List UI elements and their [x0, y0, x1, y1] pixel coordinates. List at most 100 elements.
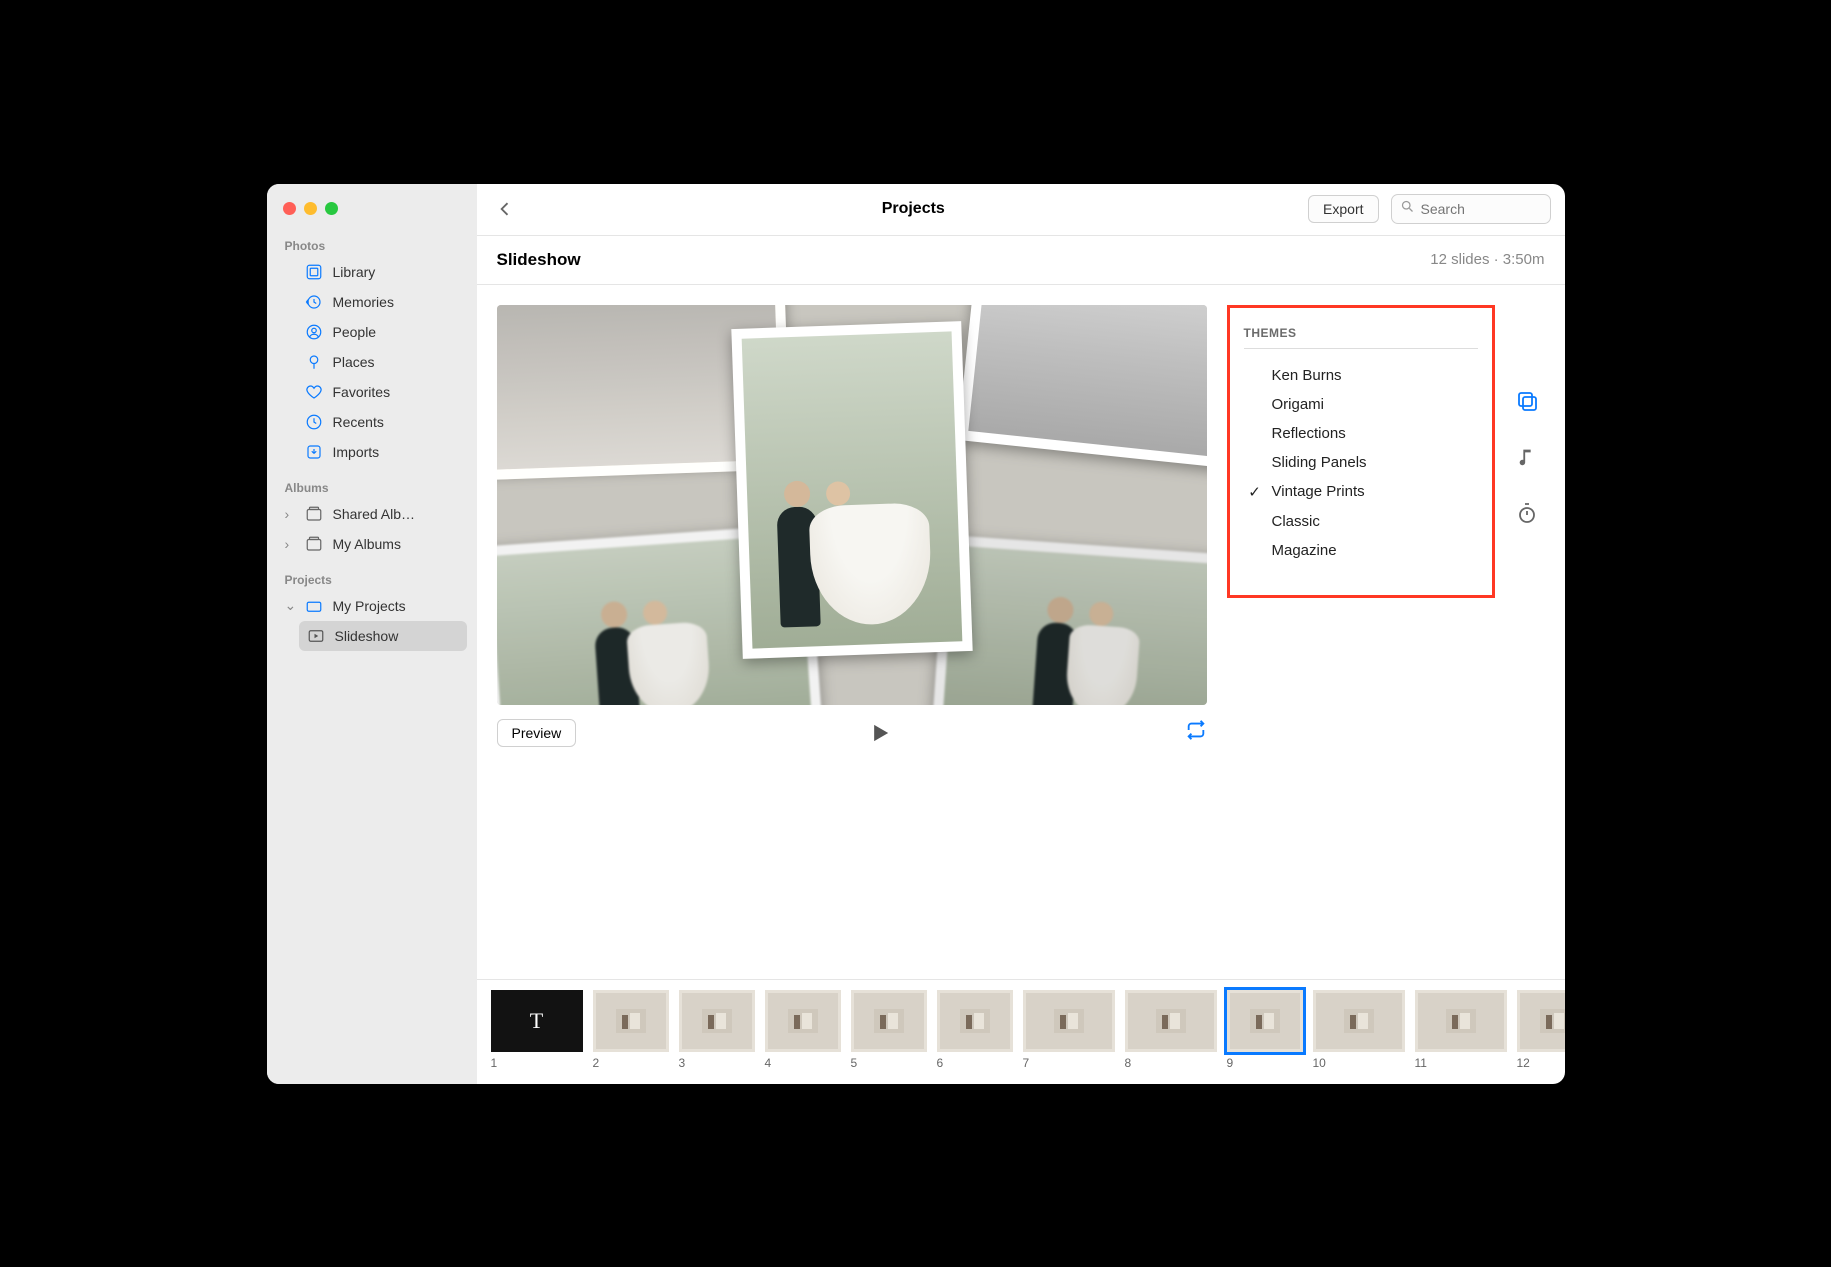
- theme-label: Origami: [1272, 396, 1325, 413]
- main-area: Projects Export Slideshow 12 slides · 3:…: [477, 184, 1565, 1084]
- slideshow-icon: [307, 627, 325, 645]
- filmstrip-thumb[interactable]: 12: [1517, 990, 1565, 1070]
- sidebar-item-label: My Albums: [333, 536, 401, 552]
- filmstrip-thumb[interactable]: 9: [1227, 990, 1303, 1070]
- thumb-label: 8: [1125, 1056, 1217, 1070]
- titlebar: Projects Export: [477, 184, 1565, 236]
- theme-label: Ken Burns: [1272, 367, 1342, 384]
- filmstrip-thumb[interactable]: 5: [851, 990, 927, 1070]
- sidebar-item-label: Imports: [333, 444, 380, 460]
- sidebar-item-label: Memories: [333, 294, 394, 310]
- thumb-image: [1517, 990, 1565, 1052]
- sidebar-item-my-albums[interactable]: › My Albums: [277, 529, 467, 559]
- check-icon: ✓: [1246, 483, 1264, 501]
- filmstrip-thumb[interactable]: 10: [1313, 990, 1405, 1070]
- theme-label: Magazine: [1272, 542, 1337, 559]
- theme-label: Classic: [1272, 513, 1320, 530]
- sidebar-item-label: Recents: [333, 414, 384, 430]
- filmstrip-thumb[interactable]: 6: [937, 990, 1013, 1070]
- sidebar-item-places[interactable]: Places: [277, 347, 467, 377]
- filmstrip-thumb[interactable]: 11: [1415, 990, 1507, 1070]
- sidebar-item-favorites[interactable]: Favorites: [277, 377, 467, 407]
- thumb-label: 1: [491, 1056, 583, 1070]
- app-window: Photos Library Memories People Places Fa…: [267, 184, 1565, 1084]
- theme-label: Sliding Panels: [1272, 454, 1367, 471]
- sidebar-section-projects: Projects: [277, 567, 467, 591]
- thumb-image: [765, 990, 841, 1052]
- loop-button[interactable]: [1185, 719, 1207, 746]
- slideshow-preview: [497, 305, 1207, 705]
- thumb-image: [593, 990, 669, 1052]
- close-window-button[interactable]: [283, 202, 296, 215]
- preview-button[interactable]: Preview: [497, 719, 577, 747]
- theme-option-ken-burns[interactable]: Ken Burns: [1244, 361, 1478, 390]
- theme-option-sliding-panels[interactable]: Sliding Panels: [1244, 448, 1478, 477]
- export-button[interactable]: Export: [1308, 195, 1378, 223]
- theme-option-classic[interactable]: Classic: [1244, 507, 1478, 536]
- filmstrip-thumb[interactable]: T 1: [491, 990, 583, 1070]
- thumb-image: [1415, 990, 1507, 1052]
- subheader: Slideshow 12 slides · 3:50m: [477, 236, 1565, 285]
- pin-icon: [305, 353, 323, 371]
- sidebar-section-photos: Photos: [277, 233, 467, 257]
- page-title: Projects: [531, 200, 1297, 218]
- filmstrip-thumb[interactable]: 3: [679, 990, 755, 1070]
- chevron-right-icon: ›: [285, 506, 295, 522]
- theme-option-reflections[interactable]: Reflections: [1244, 419, 1478, 448]
- sidebar-item-my-projects[interactable]: ⌄ My Projects: [277, 591, 467, 621]
- minimize-window-button[interactable]: [304, 202, 317, 215]
- sidebar-item-memories[interactable]: Memories: [277, 287, 467, 317]
- back-button[interactable]: [491, 195, 519, 223]
- thumb-label: 4: [765, 1056, 841, 1070]
- inspector-tabs: [1509, 305, 1545, 530]
- thumb-image: [1125, 990, 1217, 1052]
- sidebar-item-recents[interactable]: Recents: [277, 407, 467, 437]
- thumb-image: [851, 990, 927, 1052]
- chevron-down-icon: ⌄: [285, 597, 295, 614]
- thumb-label: 7: [1023, 1056, 1115, 1070]
- thumb-label: 11: [1415, 1056, 1507, 1070]
- theme-label: Reflections: [1272, 425, 1346, 442]
- person-icon: [305, 323, 323, 341]
- filmstrip: T 1 2 3 4 5 6 7 8 9 10 11 12 +: [477, 979, 1565, 1084]
- search-field[interactable]: [1391, 194, 1551, 224]
- zoom-window-button[interactable]: [325, 202, 338, 215]
- thumb-label: 6: [937, 1056, 1013, 1070]
- thumb-label: 5: [851, 1056, 927, 1070]
- album-icon: [305, 535, 323, 553]
- sidebar-item-label: Slideshow: [335, 628, 399, 644]
- theme-option-magazine[interactable]: Magazine: [1244, 536, 1478, 565]
- thumb-label: 2: [593, 1056, 669, 1070]
- play-button[interactable]: [592, 719, 1168, 747]
- thumb-image: T: [491, 990, 583, 1052]
- thumb-image: [937, 990, 1013, 1052]
- themes-panel: THEMES Ken Burns Origami Reflections Sli…: [1227, 305, 1495, 598]
- filmstrip-thumb[interactable]: 2: [593, 990, 669, 1070]
- search-icon: [1400, 199, 1415, 219]
- sidebar-item-slideshow[interactable]: Slideshow: [299, 621, 467, 651]
- project-name: Slideshow: [497, 250, 581, 270]
- thumb-image: [1023, 990, 1115, 1052]
- search-input[interactable]: [1421, 201, 1542, 217]
- filmstrip-thumb[interactable]: 8: [1125, 990, 1217, 1070]
- thumb-image: [1313, 990, 1405, 1052]
- sidebar-item-label: Places: [333, 354, 375, 370]
- sidebar-item-imports[interactable]: Imports: [277, 437, 467, 467]
- thumb-label: 10: [1313, 1056, 1405, 1070]
- thumb-image: [679, 990, 755, 1052]
- filmstrip-thumb[interactable]: 4: [765, 990, 841, 1070]
- sidebar-item-label: Favorites: [333, 384, 391, 400]
- sidebar-item-people[interactable]: People: [277, 317, 467, 347]
- filmstrip-thumb[interactable]: 7: [1023, 990, 1115, 1070]
- heart-icon: [305, 383, 323, 401]
- duration-tab-button[interactable]: [1515, 501, 1539, 530]
- sidebar-item-library[interactable]: Library: [277, 257, 467, 287]
- themes-tab-button[interactable]: [1515, 389, 1539, 418]
- thumb-label: 9: [1227, 1056, 1303, 1070]
- sidebar-item-shared-alb-[interactable]: › Shared Alb…: [277, 499, 467, 529]
- theme-option-origami[interactable]: Origami: [1244, 390, 1478, 419]
- theme-option-vintage-prints[interactable]: ✓ Vintage Prints: [1244, 477, 1478, 507]
- music-tab-button[interactable]: [1516, 446, 1538, 473]
- sidebar-item-label: People: [333, 324, 377, 340]
- thumb-label: 3: [679, 1056, 755, 1070]
